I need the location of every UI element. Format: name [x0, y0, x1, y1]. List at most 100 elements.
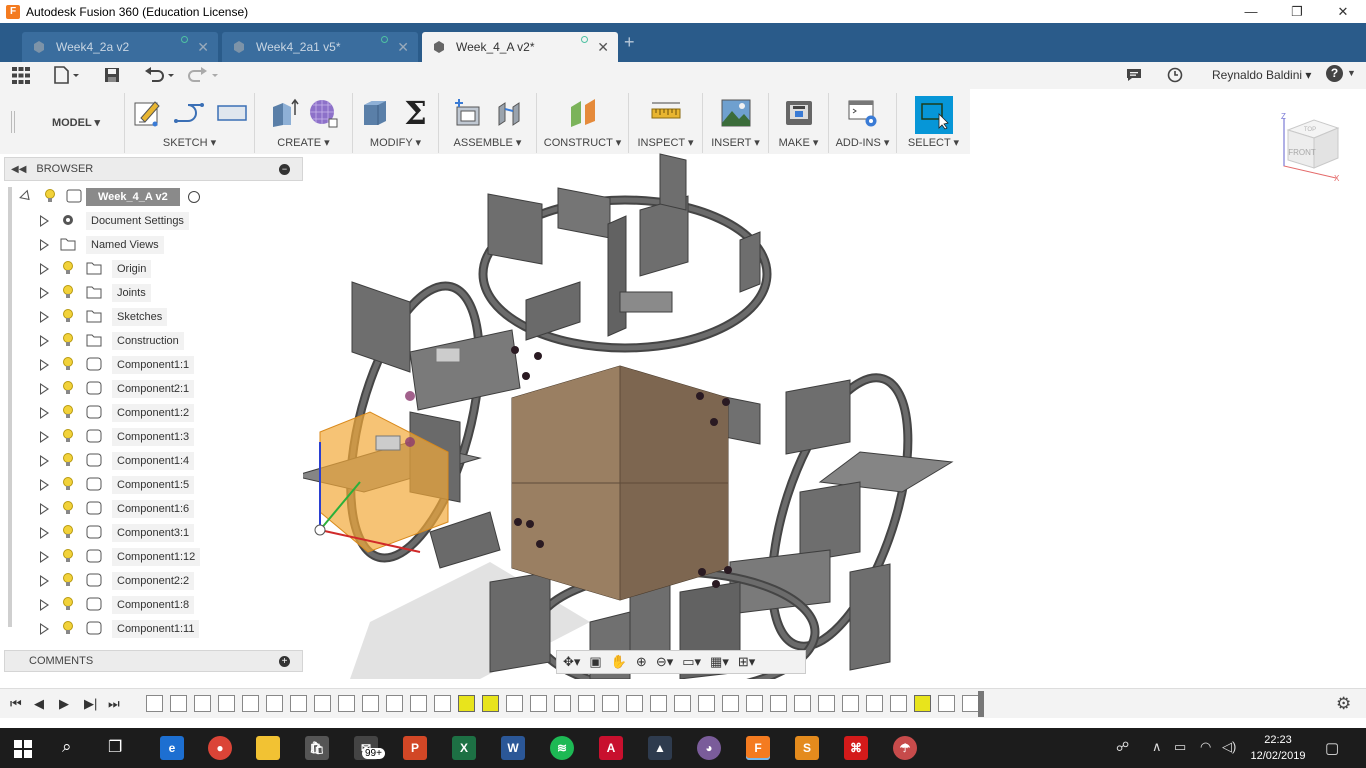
- close-tab-icon[interactable]: ✕: [197, 39, 209, 56]
- add-ins-menu[interactable]: ADD-INS ▾: [829, 136, 896, 149]
- windows-start-icon[interactable]: [14, 740, 32, 758]
- timeline-feature[interactable]: [218, 695, 235, 712]
- expand-arrow-icon[interactable]: [40, 287, 49, 299]
- visibility-bulb-icon[interactable]: [62, 597, 74, 611]
- close-tab-icon[interactable]: ✕: [597, 39, 609, 56]
- timeline-feature[interactable]: [338, 695, 355, 712]
- timeline-feature[interactable]: [146, 695, 163, 712]
- chrome-icon[interactable]: ●: [208, 736, 232, 760]
- pan-hand-icon[interactable]: ✋: [611, 654, 627, 670]
- expand-arrow-icon[interactable]: [40, 359, 49, 371]
- timeline-feature[interactable]: [722, 695, 739, 712]
- expand-arrow-icon[interactable]: [40, 311, 49, 323]
- line-tool-button[interactable]: [173, 96, 207, 130]
- chevron-down-icon[interactable]: ▼: [1347, 68, 1356, 78]
- expand-arrow-icon[interactable]: [40, 623, 49, 635]
- add-comment-icon[interactable]: +: [279, 656, 290, 667]
- compute-sum-button[interactable]: Σ: [399, 94, 433, 132]
- timeline-feature[interactable]: [770, 695, 787, 712]
- timeline-feature[interactable]: [866, 695, 883, 712]
- timeline-feature[interactable]: [266, 695, 283, 712]
- timeline-settings-gear-icon[interactable]: ⚙: [1336, 694, 1351, 714]
- timeline-feature[interactable]: [242, 695, 259, 712]
- minimize-button[interactable]: —: [1228, 0, 1274, 23]
- undo-icon[interactable]: [144, 67, 176, 83]
- make-menu[interactable]: MAKE ▾: [769, 136, 828, 149]
- word-icon[interactable]: W: [501, 736, 525, 760]
- expand-arrow-icon[interactable]: [40, 575, 49, 587]
- powerpoint-icon[interactable]: P: [403, 736, 427, 760]
- excel-icon[interactable]: X: [452, 736, 476, 760]
- expand-arrow-icon[interactable]: [40, 431, 49, 443]
- display-settings-icon[interactable]: ▭▾: [682, 654, 701, 670]
- browser-node-construction[interactable]: Construction: [4, 329, 303, 353]
- job-status-icon[interactable]: [1126, 68, 1142, 82]
- browser-node-named-views[interactable]: Named Views: [4, 233, 303, 257]
- timeline-feature[interactable]: [890, 695, 907, 712]
- visibility-bulb-icon[interactable]: [62, 357, 74, 371]
- expand-arrow-icon[interactable]: [40, 479, 49, 491]
- visibility-bulb-icon[interactable]: [62, 549, 74, 563]
- browser-node-document-settings[interactable]: Document Settings: [4, 209, 303, 233]
- select-button[interactable]: [914, 96, 953, 134]
- expand-arrow-icon[interactable]: [40, 455, 49, 467]
- visibility-bulb-icon[interactable]: [62, 501, 74, 515]
- timeline-feature[interactable]: [962, 695, 979, 712]
- visibility-bulb-icon[interactable]: [62, 453, 74, 467]
- save-icon[interactable]: [104, 67, 120, 83]
- inspect-menu[interactable]: INSPECT ▾: [629, 136, 702, 149]
- tab-week-4-a[interactable]: Week_4_A v2* ✕: [422, 32, 618, 62]
- browser-node-component1-12[interactable]: Component1:12: [4, 545, 303, 569]
- visibility-bulb-icon[interactable]: [44, 189, 56, 203]
- expand-arrow-icon[interactable]: [40, 599, 49, 611]
- expand-arrow-icon[interactable]: [40, 383, 49, 395]
- redo-icon[interactable]: [188, 67, 220, 83]
- timeline-feature[interactable]: [626, 695, 643, 712]
- autocad-icon[interactable]: A: [599, 736, 623, 760]
- expand-arrow-icon[interactable]: [40, 551, 49, 563]
- minimize-browser-icon[interactable]: −: [279, 164, 290, 175]
- new-tab-icon[interactable]: +: [624, 32, 635, 53]
- 3d-print-button[interactable]: [782, 96, 816, 130]
- viewcube[interactable]: TOP FRONT Z X: [1280, 112, 1342, 182]
- browser-node-component1-6[interactable]: Component1:6: [4, 497, 303, 521]
- user-account-menu[interactable]: Reynaldo Baldini ▾: [1212, 68, 1311, 82]
- browser-node-joints[interactable]: Joints: [4, 281, 303, 305]
- press-pull-button[interactable]: [359, 96, 393, 130]
- battery-icon[interactable]: ▭: [1174, 739, 1186, 755]
- browser-node-component3-1[interactable]: Component3:1: [4, 521, 303, 545]
- task-view-icon[interactable]: ❐: [108, 737, 122, 757]
- timeline-feature[interactable]: [194, 695, 211, 712]
- timeline-feature[interactable]: [650, 695, 667, 712]
- insert-canvas-button[interactable]: [719, 96, 753, 130]
- timeline-feature[interactable]: [746, 695, 763, 712]
- timeline-feature[interactable]: [482, 695, 499, 712]
- browser-node-component2-1[interactable]: Component2:1: [4, 377, 303, 401]
- timeline-feature[interactable]: [578, 695, 595, 712]
- people-icon[interactable]: ☍: [1116, 739, 1129, 755]
- action-center-icon[interactable]: ▢: [1325, 739, 1339, 757]
- step-back-icon[interactable]: ◀: [34, 696, 44, 712]
- visibility-bulb-icon[interactable]: [62, 285, 74, 299]
- collapse-panel-icon[interactable]: ◀◀: [11, 164, 26, 175]
- browser-node-component1-1[interactable]: Component1:1: [4, 353, 303, 377]
- collapse-arrow-icon[interactable]: [19, 189, 34, 205]
- browser-node-component1-2[interactable]: Component1:2: [4, 401, 303, 425]
- visibility-bulb-icon[interactable]: [62, 309, 74, 323]
- search-icon[interactable]: ⌕: [62, 737, 72, 757]
- help-icon[interactable]: ?: [1326, 65, 1343, 82]
- grid-settings-icon[interactable]: ▦▾: [710, 654, 729, 670]
- sketch-menu[interactable]: SKETCH ▾: [125, 136, 254, 149]
- fit-zoom-icon[interactable]: ⊖▾: [656, 654, 673, 670]
- visibility-bulb-icon[interactable]: [62, 477, 74, 491]
- scripts-addins-button[interactable]: [846, 96, 880, 130]
- maximize-button[interactable]: ❐: [1274, 0, 1320, 23]
- visibility-bulb-icon[interactable]: [62, 573, 74, 587]
- play-icon[interactable]: ▶: [59, 696, 69, 712]
- offset-plane-button[interactable]: [566, 96, 600, 130]
- extrude-button[interactable]: [268, 96, 302, 130]
- expand-arrow-icon[interactable]: [40, 527, 49, 539]
- expand-arrow-icon[interactable]: [40, 335, 49, 347]
- go-to-start-icon[interactable]: ⏮: [10, 696, 22, 712]
- browser-node-sketches[interactable]: Sketches: [4, 305, 303, 329]
